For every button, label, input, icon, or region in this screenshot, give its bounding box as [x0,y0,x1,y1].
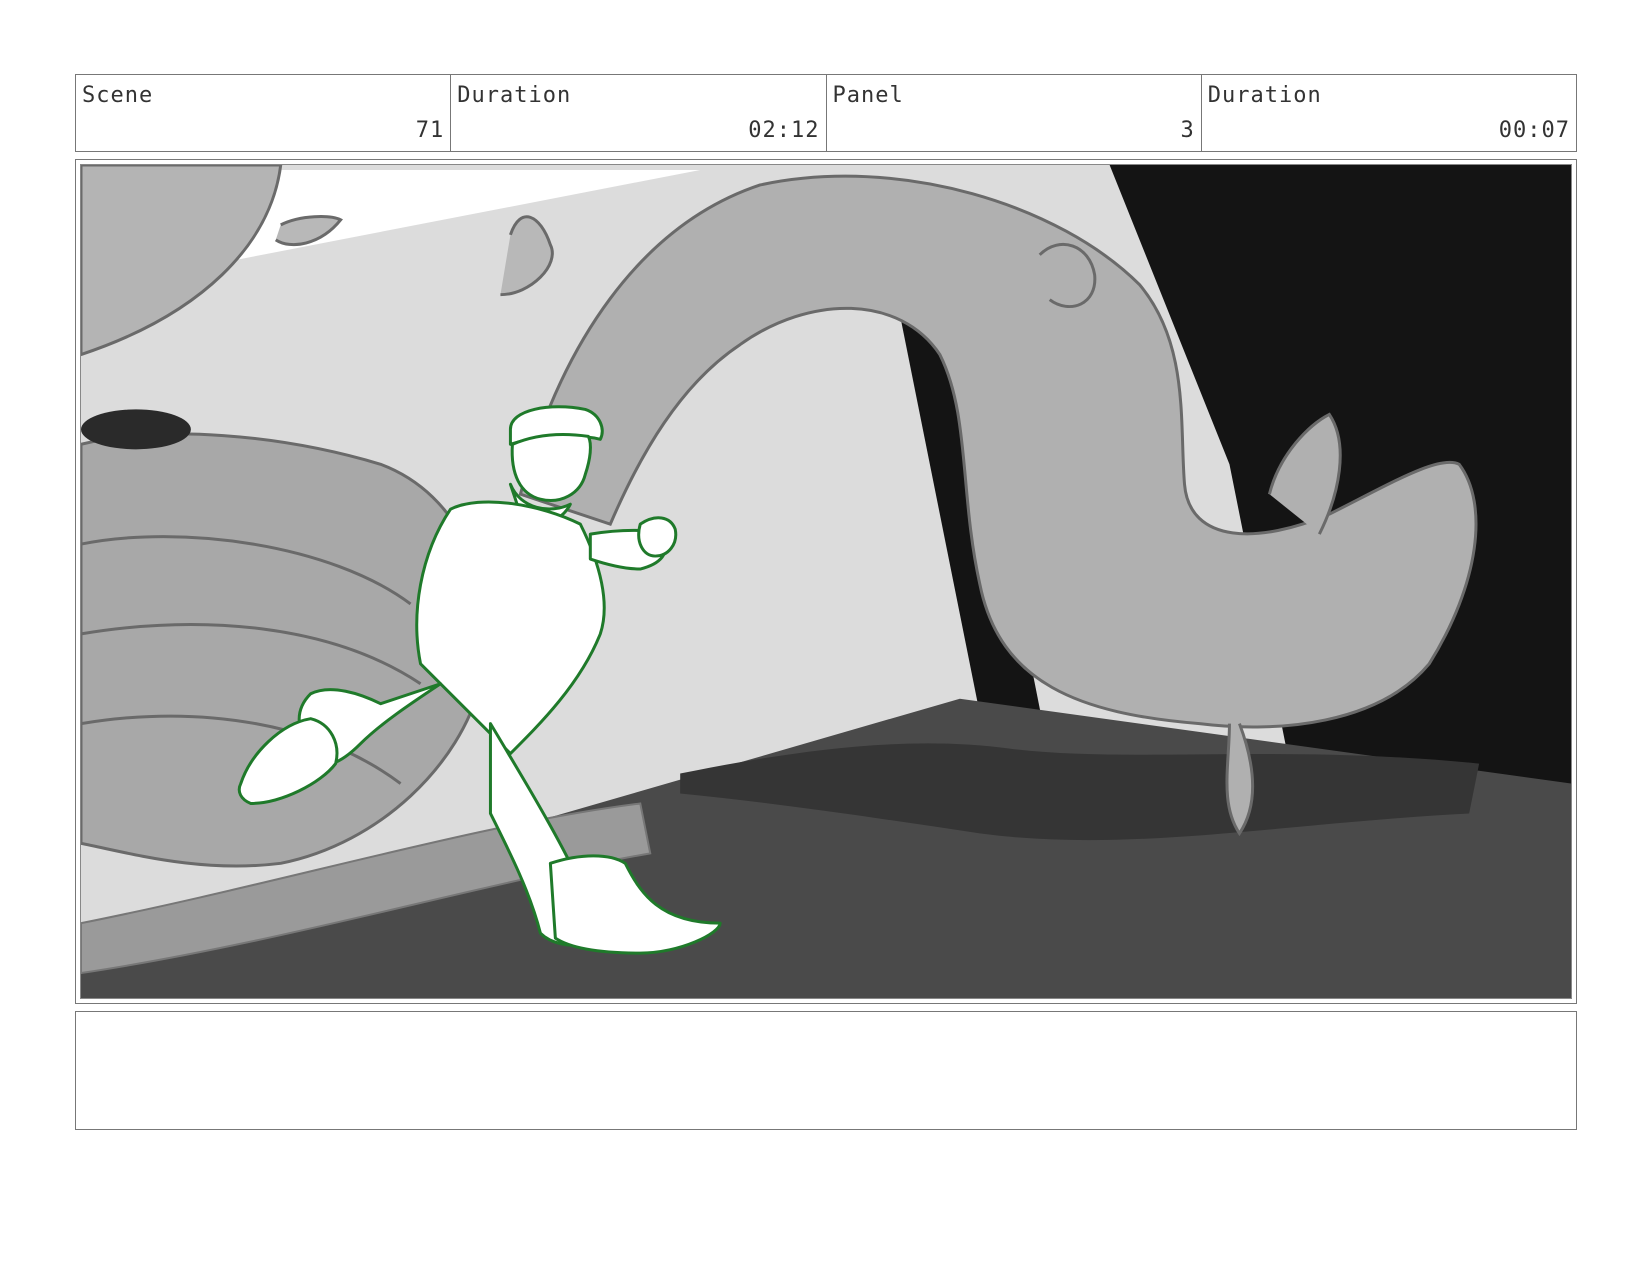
panel-notes-box [75,1011,1577,1130]
scene-cell: Scene 71 [76,75,452,151]
character-fist [637,516,678,558]
panel-number: 3 [1180,118,1195,143]
scene-label: Scene [82,83,154,108]
panel-label: Panel [832,83,904,108]
scene-duration-value: 02:12 [748,118,820,143]
panel-header: Scene 71 Duration 02:12 Panel 3 Duration… [75,74,1577,152]
panel-duration-value: 00:07 [1498,118,1570,143]
scene-duration-cell: Duration 02:12 [451,75,827,151]
panel-duration-label: Duration [1207,83,1322,108]
scene-duration-label: Duration [457,83,572,108]
panel-cell: Panel 3 [827,75,1202,151]
scene-number: 71 [415,118,445,143]
storyboard-panel [75,159,1577,1004]
panel-artwork [80,164,1572,999]
pot-rim [81,409,191,450]
panel-duration-cell: Duration 00:07 [1202,75,1576,151]
storyboard-drawing [81,165,1571,998]
